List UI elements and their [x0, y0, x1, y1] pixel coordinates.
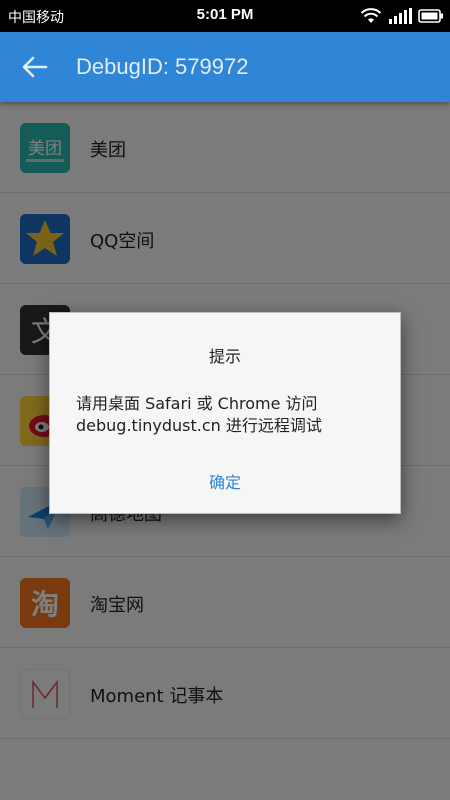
status-bar: 中国移动 5:01 PM: [0, 0, 450, 32]
app-bar: DebugID: 579972: [0, 32, 450, 102]
battery-icon: [418, 9, 443, 23]
dialog-message: 请用桌面 Safari 或 Chrome 访问 debug.tinydust.c…: [76, 393, 380, 437]
dialog-message-line-1: 请用桌面 Safari 或 Chrome 访问: [76, 394, 318, 413]
status-icons: [360, 6, 444, 26]
dialog-title: 提示: [208, 347, 241, 366]
signal-icon: [389, 8, 412, 24]
back-arrow-icon[interactable]: [22, 56, 48, 78]
dialog-message-line-2: debug.tinydust.cn 进行远程调试: [76, 416, 322, 435]
page-title: DebugID: 579972: [76, 54, 249, 79]
confirm-button[interactable]: 确定: [50, 463, 400, 499]
alert-dialog: 提示 请用桌面 Safari 或 Chrome 访问 debug.tinydus…: [49, 312, 401, 514]
wifi-icon: [360, 8, 382, 23]
